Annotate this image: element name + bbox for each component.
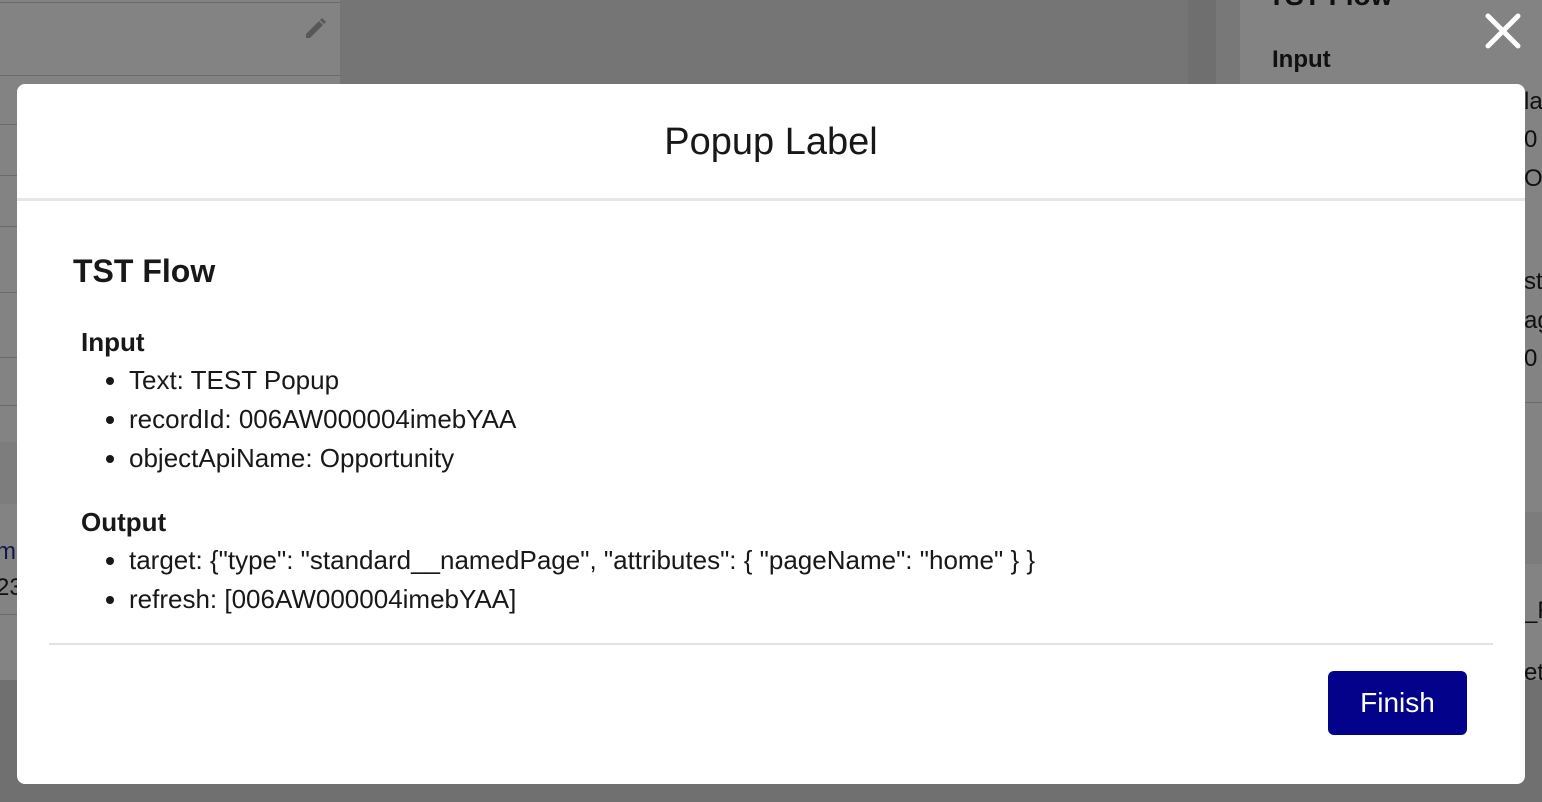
input-item-text: Text: TEST Popup (129, 365, 340, 395)
input-heading: Input (81, 327, 145, 357)
list-item: objectApiName: Opportunity (81, 439, 516, 478)
modal-dialog: Popup Label TST Flow Input Text: TEST Po… (17, 84, 1525, 784)
finish-button[interactable]: Finish (1328, 671, 1467, 735)
output-heading: Output (81, 507, 167, 537)
bullet-icon (106, 377, 114, 385)
output-list: target: {"type": "standard__namedPage", … (81, 541, 1035, 619)
bullet-icon (106, 557, 114, 565)
list-item: Text: TEST Popup (81, 361, 516, 400)
close-button[interactable] (1478, 6, 1528, 56)
footer-divider (49, 643, 1493, 645)
output-item-target: target: {"type": "standard__namedPage", … (129, 545, 1036, 575)
bullet-icon (106, 596, 114, 604)
list-item: target: {"type": "standard__namedPage", … (81, 541, 1035, 580)
bullet-icon (106, 416, 114, 424)
modal-header: Popup Label (17, 84, 1525, 201)
close-icon (1478, 6, 1528, 56)
modal-title: Popup Label (664, 120, 878, 163)
output-item-refresh: refresh: [006AW000004imebYAA] (129, 584, 517, 614)
list-item: refresh: [006AW000004imebYAA] (81, 580, 1035, 619)
input-item-record-id: recordId: 006AW000004imebYAA (129, 404, 517, 434)
list-item: recordId: 006AW000004imebYAA (81, 400, 516, 439)
input-list: Text: TEST Popup recordId: 006AW000004im… (81, 361, 516, 478)
input-item-object-api-name: objectApiName: Opportunity (129, 443, 455, 473)
bullet-icon (106, 455, 114, 463)
flow-title: TST Flow (73, 253, 216, 289)
